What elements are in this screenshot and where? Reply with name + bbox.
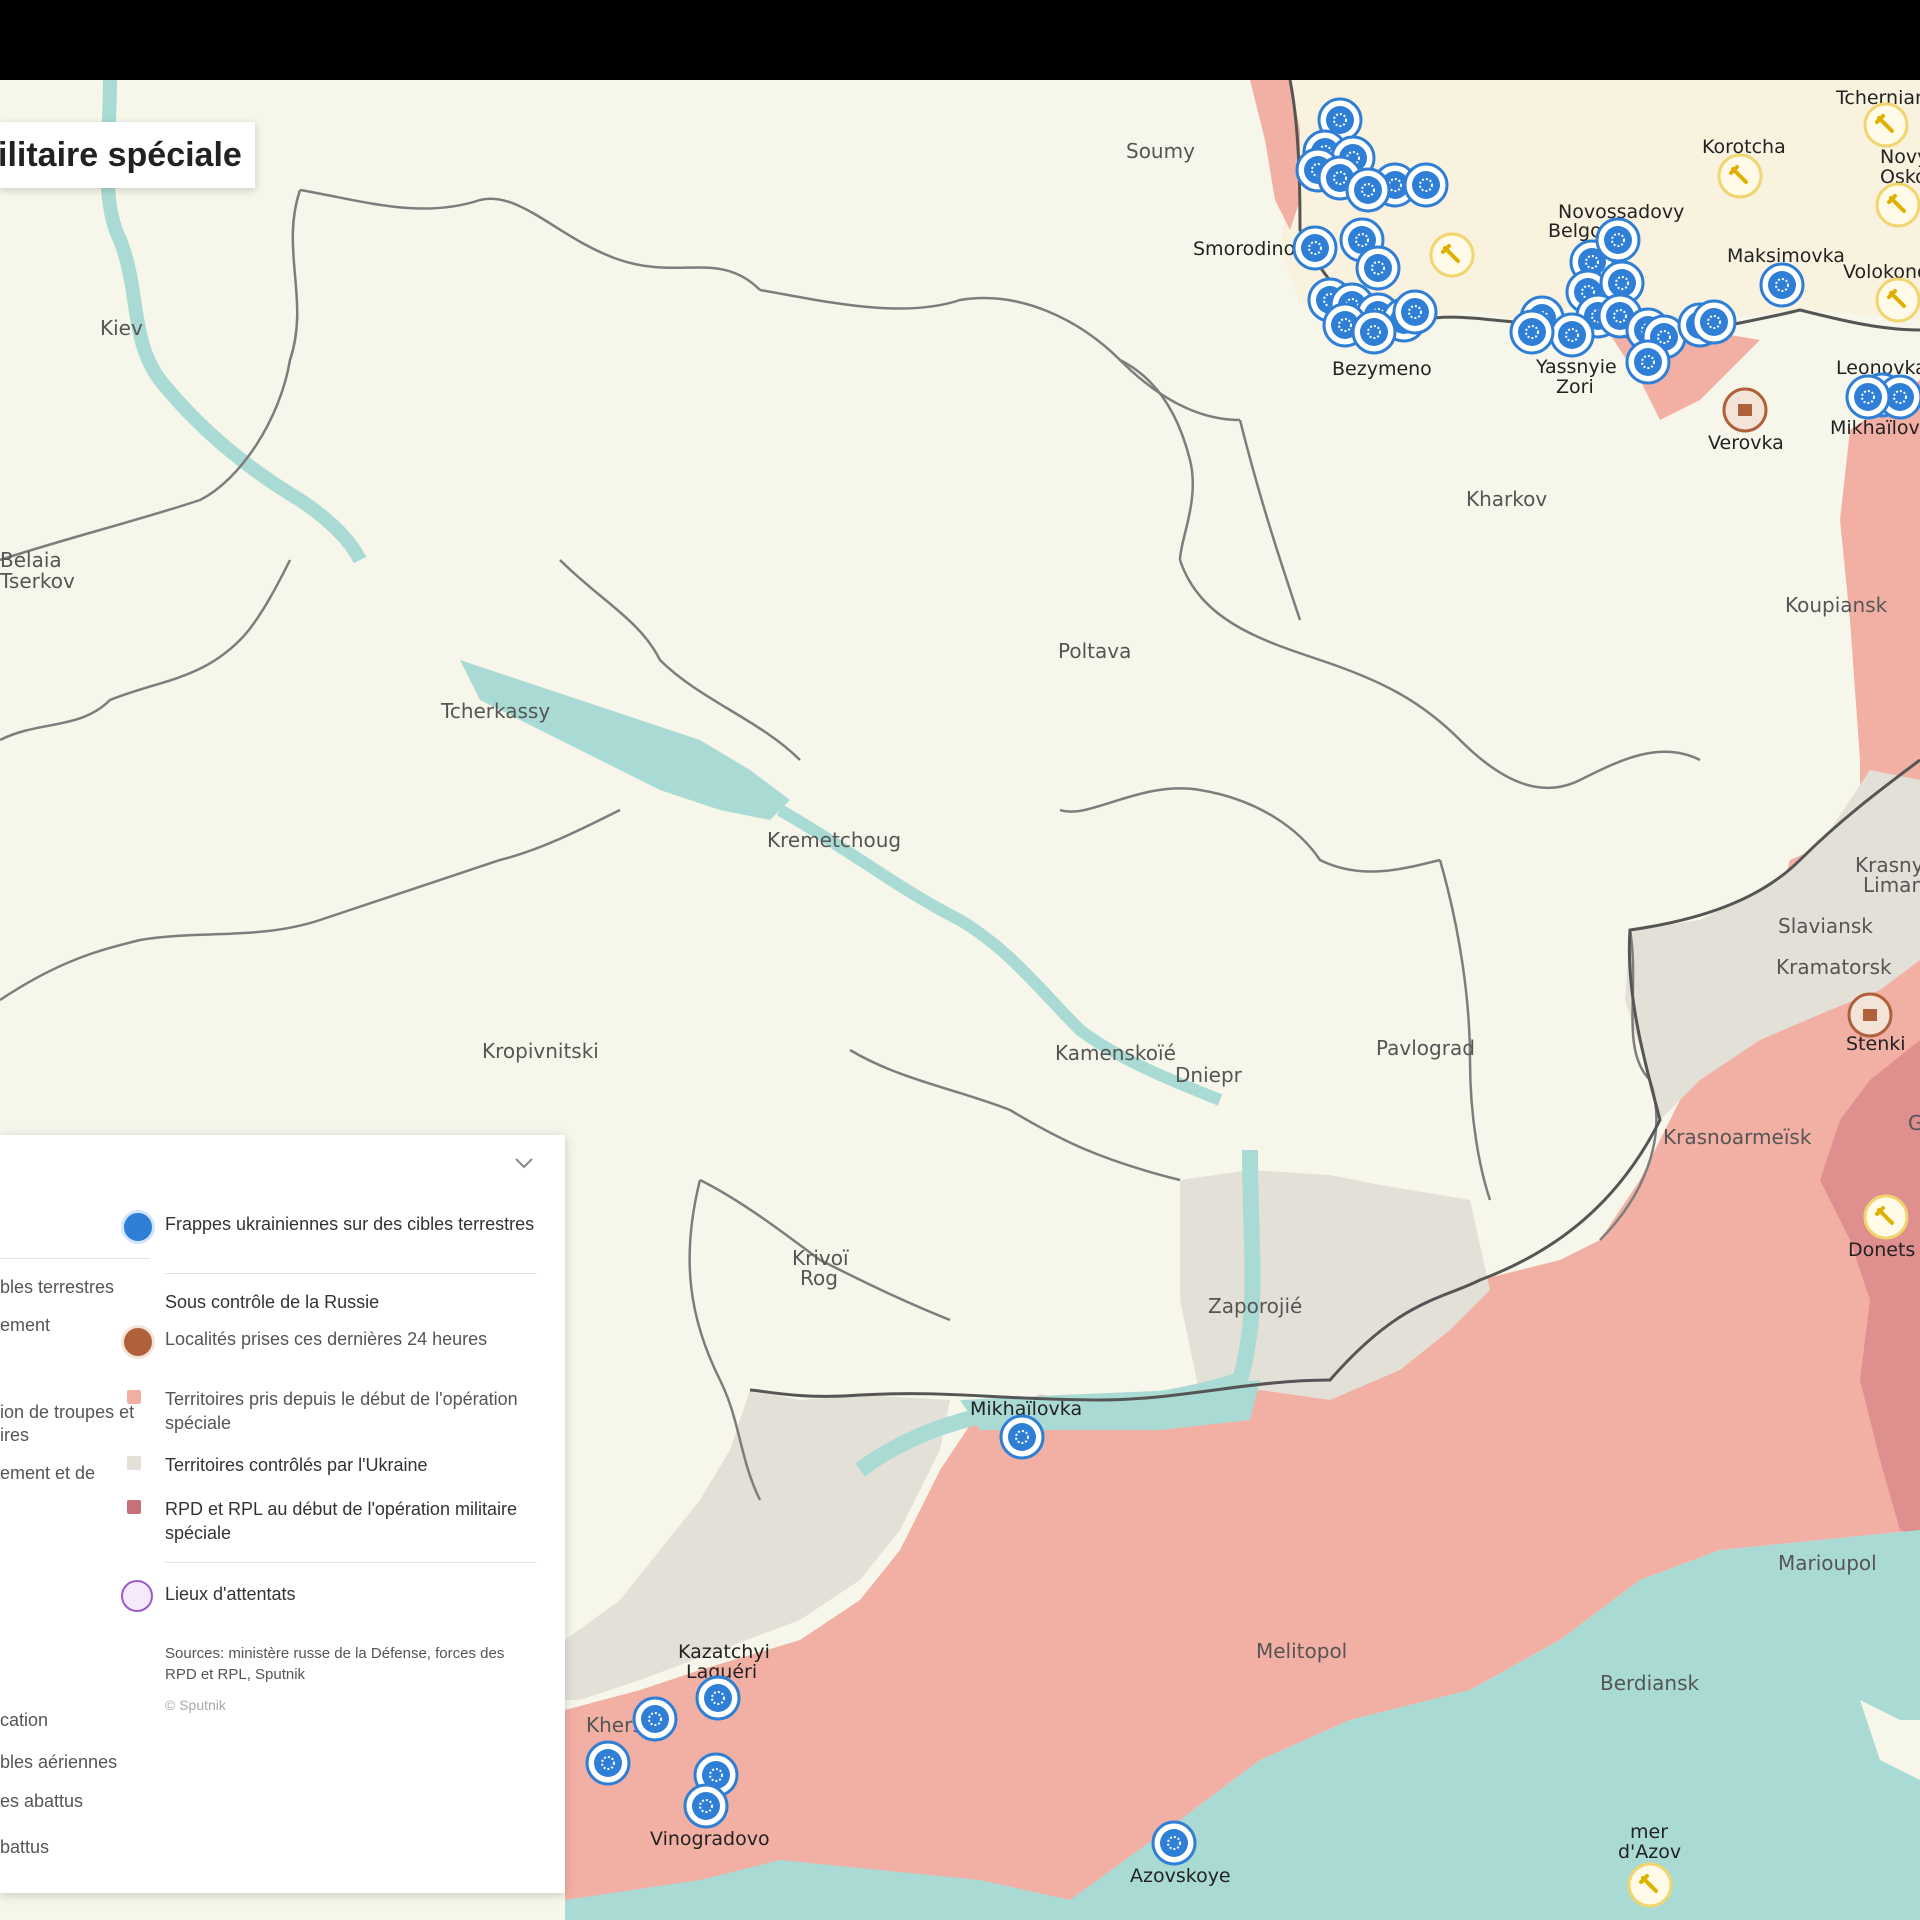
strike-marker-icon[interactable] [695, 1675, 741, 1721]
legend-left-line: ement et de [0, 1463, 96, 1483]
legend-left-line: bles terrestres [0, 1277, 115, 1297]
strike-marker-icon[interactable] [1403, 162, 1449, 208]
swatch-territories-taken [127, 1390, 141, 1404]
strike-marker-icon[interactable] [1345, 167, 1391, 213]
strike-marker-icon[interactable] [1625, 339, 1671, 385]
swatch-dpr-lpr [127, 1500, 141, 1514]
legend-panel: bles terrestres ement ion de troupes et … [0, 1135, 565, 1893]
strike-marker-icon[interactable] [1509, 309, 1555, 355]
legend-item-attacks: Lieux d'attentats [121, 1580, 535, 1612]
swatch-ukraine-controlled [127, 1456, 141, 1470]
strike-marker-icon[interactable] [1691, 299, 1737, 345]
arrest-marker-icon[interactable] [1717, 153, 1763, 199]
legend-divider [165, 1273, 537, 1274]
legend-item-taken: Territoires pris depuis le début de l'op… [127, 1387, 535, 1435]
legend-item-strikes: Frappes ukrainiennes sur des cibles terr… [121, 1210, 535, 1244]
legend-left-line: battus [0, 1837, 50, 1857]
legend-label: Territoires pris depuis le début de l'op… [165, 1389, 518, 1433]
arrest-marker-icon[interactable] [1863, 1194, 1909, 1240]
arrest-marker-icon[interactable] [1627, 1862, 1673, 1908]
top-bar [0, 0, 1920, 80]
map-screenshot: Soumy Kiev Belaia Tserkov Tcherkassy Pol… [0, 0, 1920, 1920]
strike-icon [121, 1210, 155, 1244]
strike-marker-icon[interactable] [1595, 217, 1641, 263]
strike-marker-icon[interactable] [632, 1696, 678, 1742]
page-title-box: ilitaire spéciale [0, 122, 255, 188]
legend-label: Lieux d'attentats [165, 1584, 296, 1604]
strike-marker-icon[interactable] [1392, 289, 1438, 335]
strike-marker-icon[interactable] [1549, 312, 1595, 358]
legend-label: RPD et RPL au début de l'opération milit… [165, 1499, 517, 1543]
legend-left-line: ion de troupes et [0, 1402, 135, 1422]
strike-marker-icon[interactable] [1845, 374, 1891, 420]
attack-location-icon [121, 1580, 153, 1612]
captured-locality-icon [121, 1325, 155, 1359]
captured-locality-marker-icon[interactable] [1722, 387, 1768, 433]
legend-left-line: ement [0, 1315, 51, 1335]
legend-item-captured: Localités prises ces dernières 24 heures [121, 1325, 535, 1359]
arrest-marker-icon[interactable] [1875, 182, 1920, 228]
captured-locality-marker-icon[interactable] [1847, 992, 1893, 1038]
strike-marker-icon[interactable] [1355, 245, 1401, 291]
legend-divider [0, 1258, 150, 1259]
legend-label: Territoires contrôlés par l'Ukraine [165, 1455, 428, 1475]
legend-item-ukraine: Territoires contrôlés par l'Ukraine [127, 1453, 535, 1477]
arrest-marker-icon[interactable] [1429, 232, 1475, 278]
legend-label: Localités prises ces dernières 24 heures [165, 1329, 488, 1349]
strike-marker-icon[interactable] [683, 1783, 729, 1829]
strike-marker-icon[interactable] [585, 1740, 631, 1786]
legend-item-dpr-lpr: RPD et RPL au début de l'opération milit… [127, 1497, 535, 1545]
strike-marker-icon[interactable] [1151, 1820, 1197, 1866]
strike-marker-icon[interactable] [1351, 309, 1397, 355]
arrest-marker-icon[interactable] [1863, 102, 1909, 148]
legend-left-line: cation [0, 1710, 49, 1730]
strike-marker-icon[interactable] [999, 1414, 1045, 1460]
arrest-marker-icon[interactable] [1875, 277, 1920, 323]
legend-section-title: Sous contrôle de la Russie [165, 1292, 380, 1312]
strike-marker-icon[interactable] [1759, 262, 1805, 308]
strike-marker-icon[interactable] [1292, 225, 1338, 271]
legend-sources: Sources: ministère russe de la Défense, … [165, 1645, 505, 1683]
legend-left-line: bles aériennes [0, 1752, 118, 1772]
legend-label: Frappes ukrainiennes sur des cibles terr… [165, 1214, 535, 1234]
legend-left-line: ires [0, 1425, 30, 1445]
legend-divider [165, 1562, 537, 1563]
chevron-down-icon[interactable] [512, 1153, 536, 1173]
page-title: ilitaire spéciale [0, 135, 242, 174]
legend-left-line: es abattus [0, 1791, 84, 1811]
legend-copyright: © Sputnik [165, 1697, 226, 1713]
